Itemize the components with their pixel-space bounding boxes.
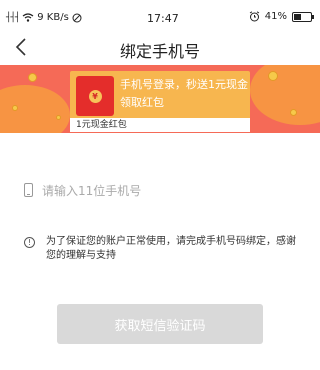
coin-decoration bbox=[28, 73, 37, 82]
signal-icon: ┤┤┤ bbox=[6, 12, 20, 23]
battery-icon bbox=[292, 11, 314, 22]
coin-decoration bbox=[268, 71, 278, 81]
battery-percent: 41% bbox=[264, 11, 287, 22]
phone-input-row bbox=[0, 175, 320, 209]
phone-number-input[interactable] bbox=[42, 180, 292, 202]
promo-headline: 手机号登录，秒送1元现金 bbox=[120, 78, 248, 91]
coin-decoration bbox=[56, 115, 61, 120]
network-speed: 9 KB/s bbox=[37, 12, 69, 23]
banner-glow bbox=[0, 85, 70, 133]
status-left: ┤┤┤ 9 KB/s bbox=[6, 12, 82, 23]
promo-text: 手机号登录，秒送1元现金 领取红包 bbox=[120, 76, 248, 112]
status-bar: ┤┤┤ 9 KB/s 17:47 41% bbox=[0, 0, 320, 36]
page-title: 绑定手机号 bbox=[119, 42, 200, 61]
battery-fill bbox=[294, 13, 301, 20]
wifi-icon bbox=[22, 13, 34, 22]
status-right: 41% bbox=[249, 11, 314, 22]
alarm-icon bbox=[249, 11, 260, 22]
get-sms-code-button[interactable]: 获取短信验证码 bbox=[57, 304, 263, 344]
clock: 17:47 bbox=[147, 12, 179, 25]
coin-decoration bbox=[290, 109, 297, 116]
binding-notice: ! 为了保证您的账户正常使用，请完成手机号码绑定，感谢您的理解与支持 bbox=[0, 235, 320, 269]
promo-caption: 1元现金红包 bbox=[70, 118, 250, 132]
phone-icon bbox=[24, 183, 33, 197]
vibrate-icon bbox=[72, 13, 82, 22]
banner-glow bbox=[250, 65, 320, 125]
promo-subline: 领取红包 bbox=[120, 96, 164, 109]
red-packet-icon: ¥ bbox=[76, 76, 114, 116]
nav-bar: 绑定手机号 bbox=[0, 36, 320, 62]
yuan-coin-icon: ¥ bbox=[88, 89, 102, 103]
coin-decoration bbox=[12, 105, 18, 111]
info-icon: ! bbox=[24, 237, 35, 248]
notice-text: 为了保证您的账户正常使用，请完成手机号码绑定，感谢您的理解与支持 bbox=[46, 236, 296, 261]
